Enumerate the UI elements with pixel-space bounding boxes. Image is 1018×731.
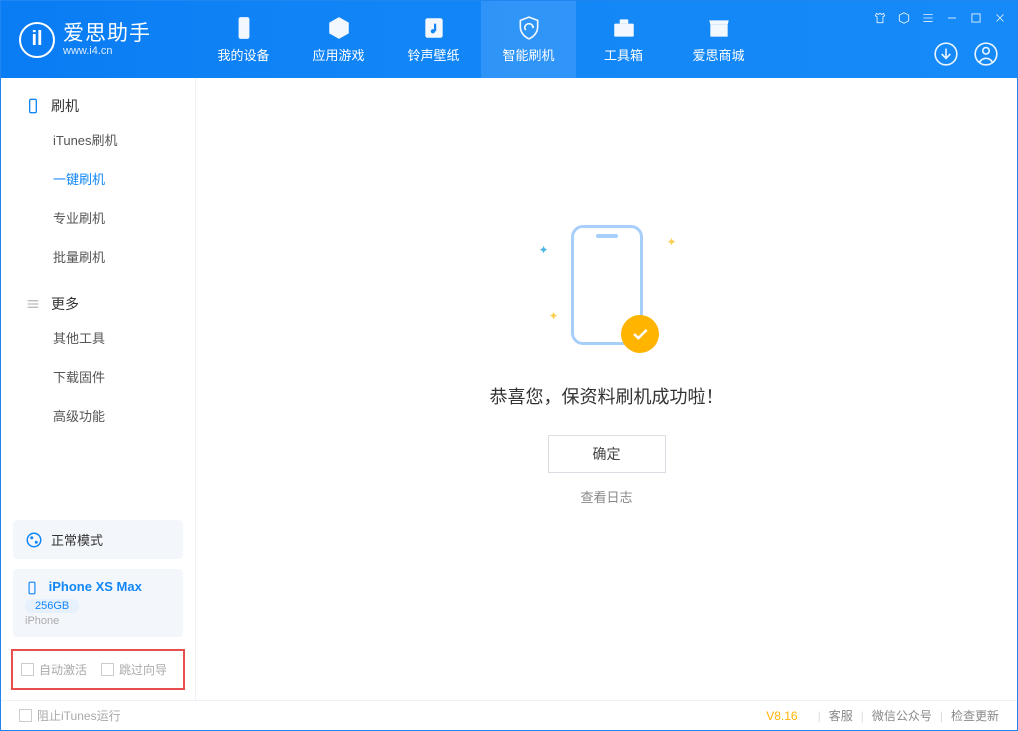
tab-label: 铃声壁纸: [407, 45, 459, 64]
sidebar-item-oneclick-flash[interactable]: 一键刷机: [1, 159, 195, 198]
store-icon: [706, 15, 732, 41]
sidebar-item-batch-flash[interactable]: 批量刷机: [1, 237, 195, 276]
menu-icon[interactable]: [921, 11, 935, 25]
footer-link-support[interactable]: 客服: [829, 707, 853, 724]
sidebar-group-flash: 刷机: [1, 78, 195, 120]
tab-label: 我的设备: [217, 45, 269, 64]
music-note-icon: [421, 15, 447, 41]
sidebar-item-advanced[interactable]: 高级功能: [1, 396, 195, 435]
cube-small-icon[interactable]: [897, 11, 911, 25]
checkbox-auto-activate[interactable]: 自动激活: [21, 661, 87, 678]
tab-label: 智能刷机: [502, 45, 554, 64]
footer-link-wechat[interactable]: 微信公众号: [872, 707, 932, 724]
mode-icon: [25, 531, 43, 549]
tab-smart-flash[interactable]: 智能刷机: [481, 1, 576, 78]
device-type: iPhone: [25, 615, 171, 627]
version-label: V8.16: [766, 709, 797, 723]
logo-icon: il: [19, 22, 55, 58]
checkbox-block-itunes[interactable]: 阻止iTunes运行: [19, 707, 121, 724]
nav-tabs: 我的设备 应用游戏 铃声壁纸 智能刷机 工具箱 爱思商城: [196, 1, 766, 78]
view-log-link[interactable]: 查看日志: [580, 487, 632, 506]
device-storage: 256GB: [25, 599, 79, 613]
tab-label: 工具箱: [604, 45, 643, 64]
checkmark-badge-icon: [621, 315, 659, 353]
app-name: 爱思助手: [63, 22, 151, 45]
highlighted-options: 自动激活 跳过向导: [11, 649, 185, 690]
titlebar-controls: [873, 11, 1007, 25]
device-info-box[interactable]: iPhone XS Max 256GB iPhone: [13, 569, 183, 637]
device-small-icon: [25, 581, 39, 595]
tshirt-icon[interactable]: [873, 11, 887, 25]
close-icon[interactable]: [993, 11, 1007, 25]
shield-refresh-icon: [516, 15, 542, 41]
sparkle-icon: ✦: [666, 235, 676, 249]
download-icon[interactable]: [933, 41, 959, 67]
success-message: 恭喜您，保资料刷机成功啦！: [490, 383, 724, 409]
tab-toolbox[interactable]: 工具箱: [576, 1, 671, 78]
sidebar-item-itunes-flash[interactable]: iTunes刷机: [1, 120, 195, 159]
checkbox-icon: [21, 663, 34, 676]
sidebar: 刷机 iTunes刷机 一键刷机 专业刷机 批量刷机 更多 其他工具 下载固件 …: [1, 78, 196, 700]
sparkle-icon: ✦: [539, 243, 549, 257]
checkbox-icon: [19, 709, 32, 722]
minimize-icon[interactable]: [945, 11, 959, 25]
tab-my-device[interactable]: 我的设备: [196, 1, 291, 78]
user-icon[interactable]: [973, 41, 999, 67]
sidebar-item-other-tools[interactable]: 其他工具: [1, 318, 195, 357]
sidebar-item-pro-flash[interactable]: 专业刷机: [1, 198, 195, 237]
tab-label: 爱思商城: [692, 45, 744, 64]
sidebar-item-download-firmware[interactable]: 下载固件: [1, 357, 195, 396]
ok-button[interactable]: 确定: [548, 435, 666, 473]
maximize-icon[interactable]: [969, 11, 983, 25]
main-content: ✦ ✦ ✦ 恭喜您，保资料刷机成功啦！ 确定 查看日志: [196, 78, 1017, 700]
mode-box[interactable]: 正常模式: [13, 520, 183, 559]
tab-label: 应用游戏: [312, 45, 364, 64]
device-icon: [231, 15, 257, 41]
success-illustration: ✦ ✦ ✦: [527, 213, 687, 363]
tab-ringtones-wallpapers[interactable]: 铃声壁纸: [386, 1, 481, 78]
app-header: il 爱思助手 www.i4.cn 我的设备 应用游戏 铃声壁纸 智能刷机 工具…: [1, 1, 1017, 78]
cube-icon: [326, 15, 352, 41]
toolbox-icon: [611, 15, 637, 41]
sidebar-group-more: 更多: [1, 276, 195, 318]
tab-apps-games[interactable]: 应用游戏: [291, 1, 386, 78]
checkbox-icon: [101, 663, 114, 676]
device-name: iPhone XS Max: [49, 579, 142, 594]
status-bar: 阻止iTunes运行 V8.16 | 客服 | 微信公众号 | 检查更新: [1, 700, 1017, 730]
logo: il 爱思助手 www.i4.cn: [1, 1, 196, 78]
app-url: www.i4.cn: [63, 45, 151, 57]
footer-link-update[interactable]: 检查更新: [951, 707, 999, 724]
phone-icon: [25, 98, 41, 114]
tab-store[interactable]: 爱思商城: [671, 1, 766, 78]
list-icon: [25, 296, 41, 312]
mode-label: 正常模式: [51, 530, 103, 549]
checkbox-skip-wizard[interactable]: 跳过向导: [101, 661, 167, 678]
header-actions: [933, 41, 999, 67]
sparkle-icon: ✦: [549, 309, 559, 323]
